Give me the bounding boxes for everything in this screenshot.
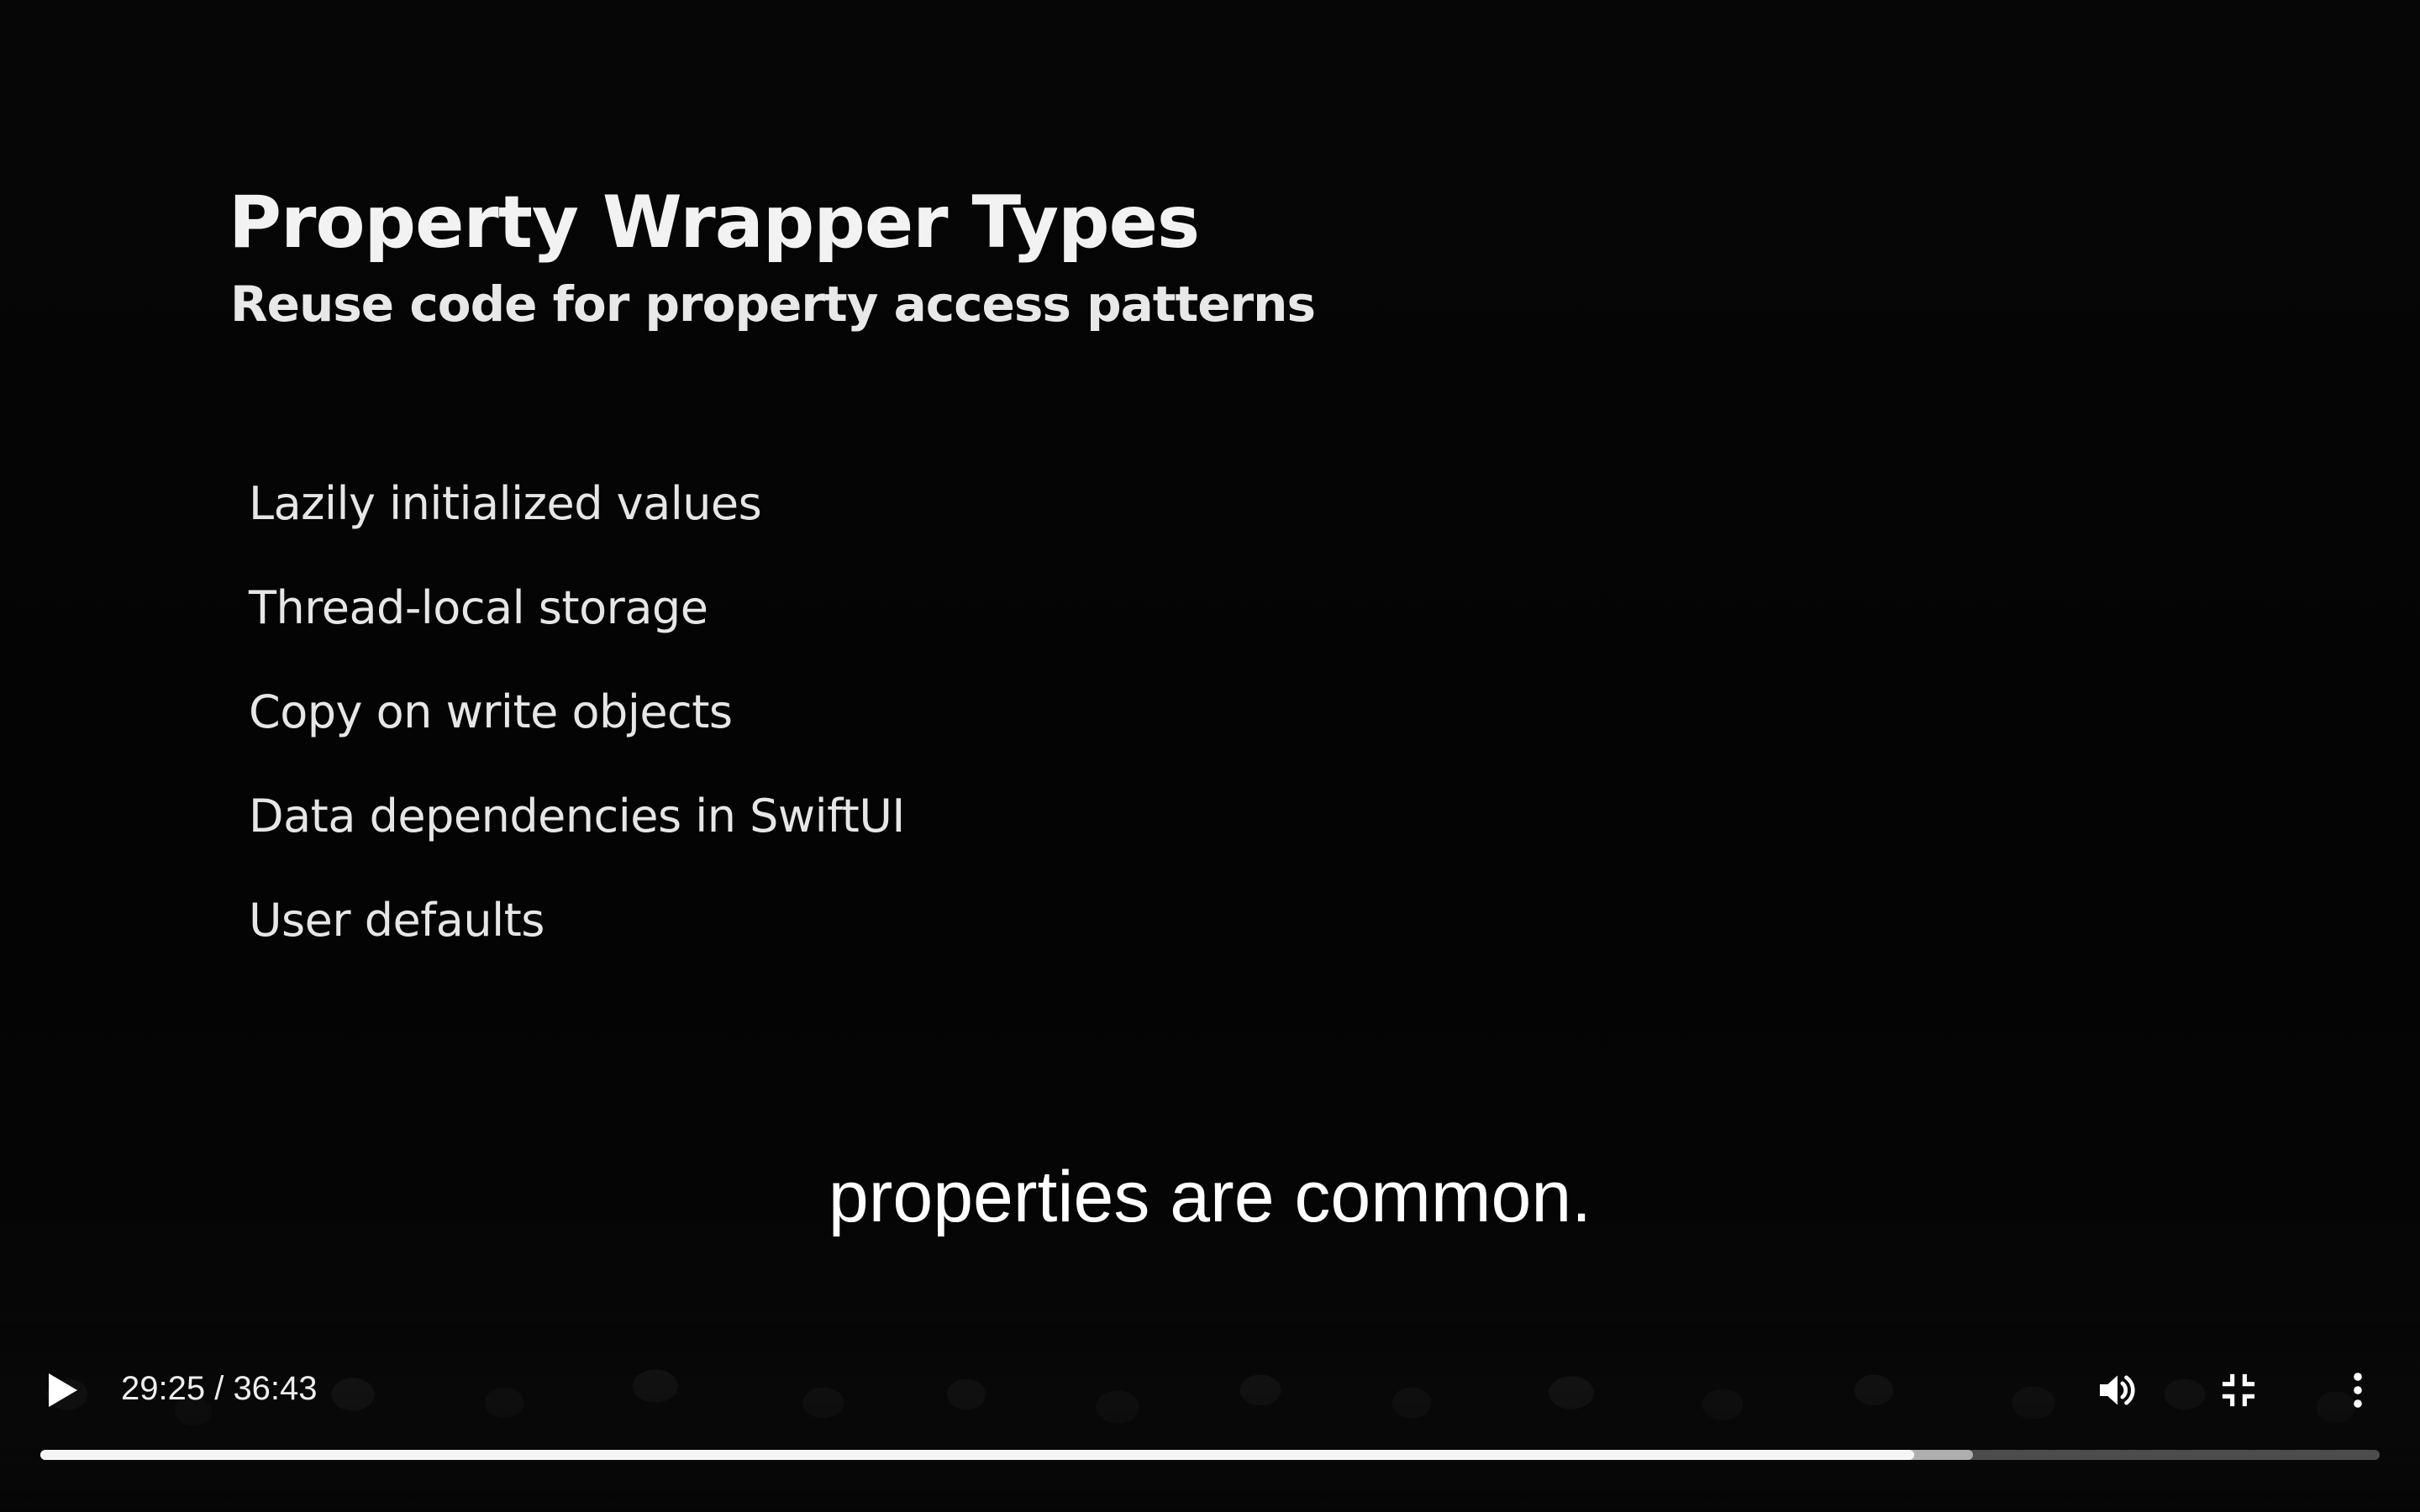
- exit-fullscreen-icon: [2222, 1373, 2255, 1407]
- slide-bullet: User defaults: [249, 894, 544, 947]
- volume-button[interactable]: [2084, 1357, 2151, 1424]
- play-icon: [49, 1373, 77, 1407]
- progress-played: [40, 1450, 1914, 1460]
- slide-title: Property Wrapper Types: [229, 181, 1200, 265]
- play-button[interactable]: [29, 1357, 96, 1424]
- exit-fullscreen-button[interactable]: [2205, 1357, 2272, 1424]
- slide-bullet: Thread-local storage: [249, 581, 708, 634]
- slide-bullet-list: Lazily initialized values Thread-local s…: [249, 469, 905, 990]
- volume-icon: [2100, 1375, 2135, 1405]
- slide-bullet: Data dependencies in SwiftUI: [249, 790, 905, 843]
- slide-subtitle: Reuse code for property access patterns: [230, 276, 1316, 333]
- subtitle-caption: properties are common.: [828, 1157, 1592, 1237]
- more-options-button[interactable]: [2324, 1357, 2391, 1424]
- time-display: 29:25 / 36:43: [121, 1370, 318, 1407]
- player-controls: 29:25 / 36:43: [0, 1352, 2420, 1428]
- slide-bullet: Lazily initialized values: [249, 477, 762, 530]
- video-player[interactable]: Property Wrapper Types Reuse code for pr…: [0, 0, 2420, 1512]
- slide-bullet: Copy on write objects: [249, 685, 733, 738]
- more-vert-icon: [2354, 1373, 2362, 1408]
- progress-bar[interactable]: [40, 1450, 2380, 1460]
